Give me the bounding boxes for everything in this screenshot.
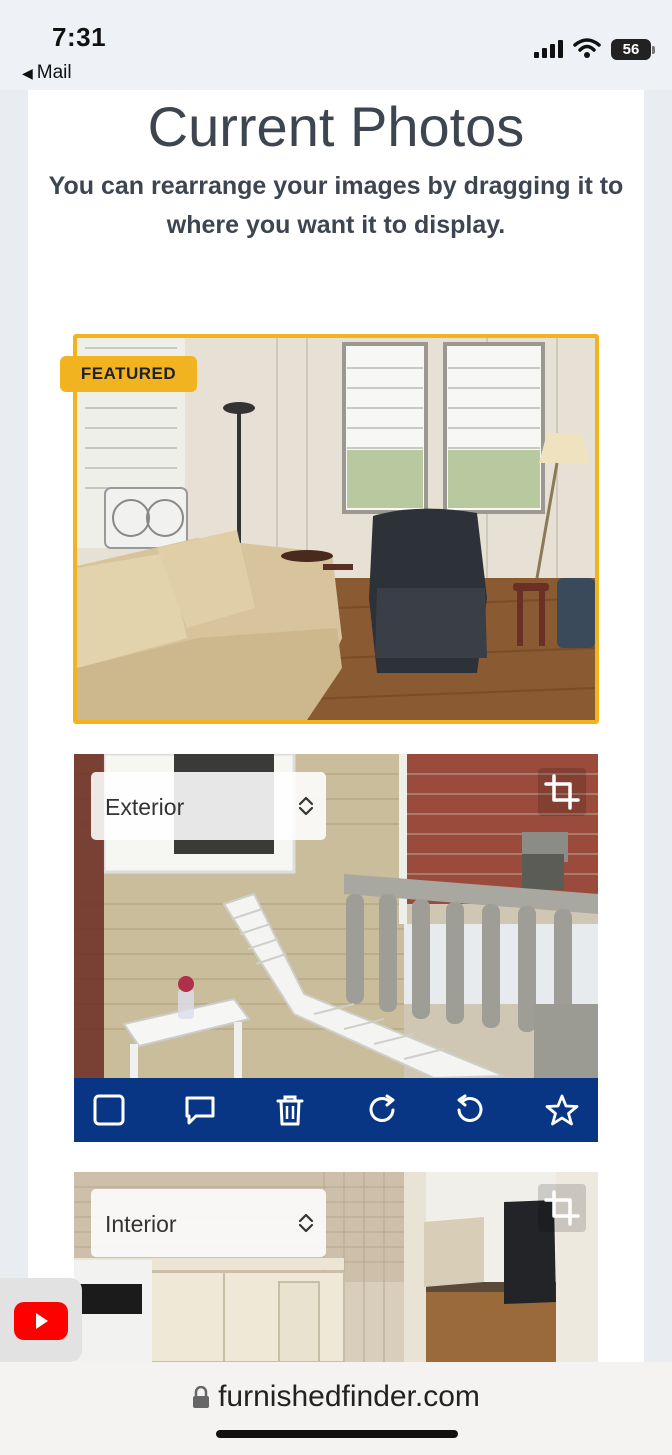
status-bar: 7:31 ◀ Mail 56 — [0, 0, 672, 90]
rotate-left-icon[interactable] — [453, 1093, 487, 1127]
home-indicator — [216, 1430, 458, 1438]
signal-icon — [534, 40, 563, 58]
comment-icon[interactable] — [183, 1093, 217, 1127]
select-updown-icon — [298, 796, 314, 816]
crop-icon[interactable] — [538, 1184, 586, 1232]
select-updown-icon — [298, 1213, 314, 1233]
category-select-value: Exterior — [105, 794, 185, 820]
clock: 7:31 — [52, 22, 107, 52]
youtube-pip-tab[interactable] — [0, 1278, 82, 1362]
star-icon[interactable] — [545, 1093, 579, 1127]
youtube-icon — [14, 1302, 68, 1340]
photo-action-toolbar — [74, 1078, 598, 1142]
crop-icon[interactable] — [538, 768, 586, 816]
rotate-right-icon[interactable] — [365, 1093, 399, 1127]
page-title: Current Photos — [147, 95, 525, 158]
category-select-value: Interior — [105, 1211, 177, 1237]
page-subtitle: You can rearrange your images by draggin… — [48, 172, 624, 239]
back-to-app-link[interactable]: ◀ Mail — [22, 62, 72, 84]
checkbox-icon[interactable] — [92, 1093, 126, 1127]
back-triangle-icon: ◀ — [22, 65, 33, 81]
battery-tip — [652, 46, 655, 54]
featured-photo-border — [73, 334, 599, 724]
back-app-label: Mail — [36, 62, 72, 83]
category-select-exterior[interactable]: Exterior — [91, 772, 326, 840]
battery-icon: 56 — [611, 39, 651, 60]
trash-icon[interactable] — [273, 1093, 307, 1127]
featured-badge: FEATURED — [60, 356, 197, 392]
category-select-interior[interactable]: Interior — [91, 1189, 326, 1257]
wifi-icon — [573, 38, 601, 58]
url-text: furnishedfinder.com — [218, 1380, 480, 1413]
lock-icon — [193, 1386, 210, 1408]
browser-url-bar[interactable]: furnishedfinder.com — [0, 1362, 672, 1455]
